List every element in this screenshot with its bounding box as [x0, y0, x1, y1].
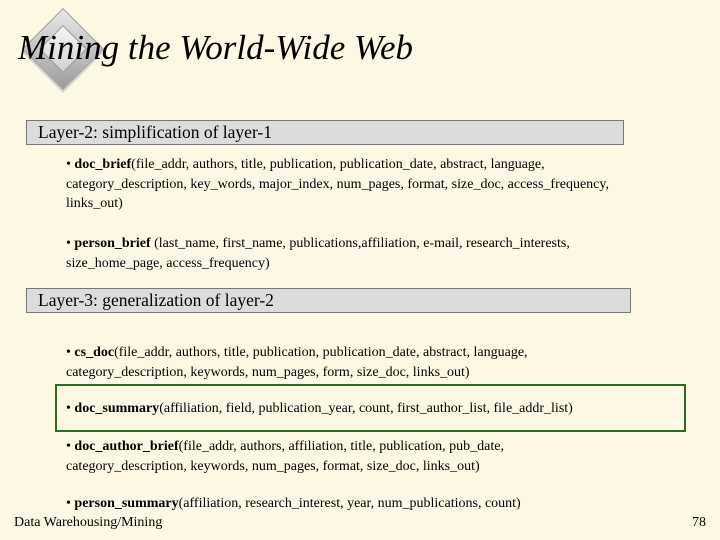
bullet-term: doc_author_brief — [74, 439, 179, 454]
bullet-text-line: (file_addr, authors, title, publication,… — [131, 157, 545, 172]
bullet-doc-author-brief: • doc_author_brief(file_addr, authors, a… — [66, 437, 504, 476]
bullet-text-line: (affiliation, field, publication_year, c… — [159, 401, 573, 416]
slide-title: Mining the World-Wide Web — [18, 28, 414, 67]
bullet-cs-doc: • cs_doc(file_addr, authors, title, publ… — [66, 343, 528, 382]
bullet-person-summary: • person_summary(affiliation, research_i… — [66, 494, 521, 514]
bullet-text-line: category_description, key_words, major_i… — [66, 176, 609, 192]
bullet-text-line: category_description, keywords, num_page… — [66, 364, 470, 380]
bullet-term: person_summary — [74, 496, 179, 511]
bullet-text-line: size_home_page, access_frequency) — [66, 255, 270, 271]
bullet-text-line: (last_name, first_name, publications,aff… — [150, 236, 570, 251]
bullet-term: person_brief — [74, 236, 151, 251]
bullet-term: cs_doc — [74, 345, 115, 360]
bullet-doc-summary: • doc_summary(affiliation, field, public… — [66, 399, 573, 419]
bullet-text-line: (file_addr, authors, affiliation, title,… — [178, 439, 504, 454]
footer-course-label: Data Warehousing/Mining — [14, 515, 163, 530]
bullet-doc-brief: • doc_brief(file_addr, authors, title, p… — [66, 155, 609, 214]
bullet-person-brief: • person_brief (last_name, first_name, p… — [66, 234, 570, 273]
bullet-term: doc_brief — [74, 157, 132, 172]
layer2-heading: Layer-2: simplification of layer-1 — [26, 120, 624, 145]
bullet-text-line: links_out) — [66, 196, 123, 211]
bullet-term: doc_summary — [74, 401, 160, 416]
layer3-heading: Layer-3: generalization of layer-2 — [26, 288, 631, 313]
page-number: 78 — [692, 515, 706, 530]
bullet-text-line: category_description, keywords, num_page… — [66, 458, 480, 474]
bullet-text-line: (file_addr, authors, title, publication,… — [114, 345, 528, 360]
bullet-text-line: (affiliation, research_interest, year, n… — [178, 496, 521, 511]
